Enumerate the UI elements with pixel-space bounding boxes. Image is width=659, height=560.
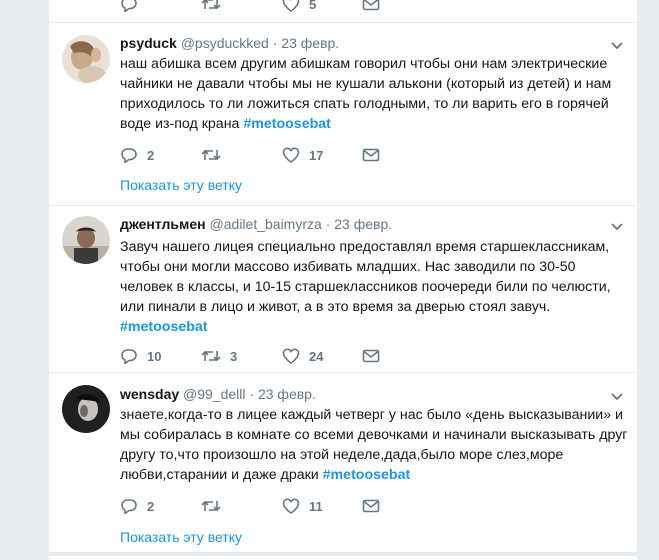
tweet-actions: 2 11 — [120, 498, 420, 516]
username[interactable]: @adilet_baimyrza — [210, 216, 322, 232]
avatar[interactable] — [62, 385, 110, 433]
timestamp[interactable]: · 23 февр. — [326, 216, 392, 232]
like-icon — [282, 0, 300, 12]
reply-icon — [121, 349, 137, 364]
like-count: 24 — [309, 348, 324, 364]
avatar[interactable] — [62, 216, 110, 264]
like-button[interactable]: 17 — [282, 147, 323, 163]
reply-button[interactable]: 10 — [120, 348, 161, 364]
reply-button[interactable] — [120, 0, 138, 12]
message-icon — [362, 349, 380, 363]
retweet-count: 3 — [230, 348, 238, 364]
like-count: 17 — [309, 147, 324, 163]
retweet-button[interactable] — [201, 0, 221, 12]
reply-icon — [121, 148, 137, 163]
like-icon — [282, 498, 300, 514]
retweet-icon — [201, 500, 221, 512]
message-button[interactable] — [362, 147, 380, 163]
next-tweet-edge — [49, 556, 637, 560]
message-button[interactable] — [362, 348, 380, 364]
tweet[interactable]: psyduck @psyduckked · 23 февр. наш абишк… — [49, 22, 637, 207]
tweet-header: джентльмен @adilet_baimyrza · 23 февр. — [120, 216, 392, 232]
reply-button[interactable]: 2 — [120, 147, 154, 163]
like-button[interactable]: 11 — [282, 498, 323, 514]
tweet[interactable]: wensday @99_delll · 23 февр. знаете,когд… — [49, 372, 637, 552]
tweet-header: psyduck @psyduckked · 23 февр. — [120, 35, 339, 51]
show-thread-link[interactable]: Показать эту ветку — [120, 529, 242, 545]
tweet-actions: 10 3 24 — [120, 348, 420, 366]
message-icon — [362, 148, 380, 162]
reply-count: 2 — [147, 147, 155, 163]
username[interactable]: @99_delll — [183, 386, 245, 402]
reply-icon — [121, 0, 137, 12]
timestamp[interactable]: · 23 февр. — [273, 35, 339, 51]
like-count: 11 — [309, 498, 323, 514]
message-icon — [362, 499, 380, 513]
retweet-button[interactable] — [201, 147, 230, 163]
hashtag-link[interactable]: #metoosebat — [323, 467, 411, 483]
tweet-text: Завуч нашего лицея специально предоставл… — [120, 239, 611, 335]
retweet-button[interactable]: 3 — [201, 348, 237, 364]
tweet-actions: 2 17 — [120, 147, 420, 165]
display-name[interactable]: wensday — [120, 386, 179, 402]
retweet-icon — [201, 350, 221, 362]
tweet[interactable]: джентльмен @adilet_baimyrza · 23 февр. З… — [49, 205, 637, 373]
tweet-text: наш абишка всем другим абишкам говорил ч… — [120, 56, 612, 132]
message-button[interactable] — [362, 498, 380, 514]
tweet-text: знаете,когда-то в лицее каждый четверг у… — [120, 407, 628, 483]
like-button[interactable]: 5 — [282, 0, 316, 12]
show-thread-link[interactable]: Показать эту ветку — [120, 177, 242, 193]
reply-count: 2 — [147, 498, 155, 514]
hashtag-link[interactable]: #metoosebat — [120, 319, 208, 335]
like-icon — [282, 147, 300, 163]
retweet-button[interactable] — [201, 498, 230, 514]
hashtag-link[interactable]: #metoosebat — [243, 116, 331, 132]
timeline: 5 psyduck @psyduckked · 23 февр. наш аби… — [49, 0, 637, 560]
display-name[interactable]: psyduck — [120, 35, 177, 51]
retweet-icon — [201, 149, 221, 161]
chevron-down-icon[interactable] — [609, 218, 625, 234]
prev-tweet-actions: 5 — [120, 0, 420, 14]
like-count: 5 — [309, 0, 317, 12]
reply-count: 10 — [147, 348, 162, 364]
chevron-down-icon[interactable] — [609, 388, 625, 404]
message-button[interactable] — [362, 0, 380, 12]
tweet-header: wensday @99_delll · 23 февр. — [120, 386, 316, 402]
timestamp[interactable]: · 23 февр. — [249, 386, 315, 402]
like-icon — [282, 348, 300, 364]
message-icon — [362, 0, 380, 11]
chevron-down-icon[interactable] — [609, 37, 625, 53]
like-button[interactable]: 24 — [282, 348, 323, 364]
avatar[interactable] — [62, 35, 110, 83]
display-name[interactable]: джентльмен — [120, 216, 206, 232]
reply-button[interactable]: 2 — [120, 498, 154, 514]
retweet-icon — [201, 0, 221, 10]
username[interactable]: @psyduckked — [181, 35, 269, 51]
reply-icon — [121, 499, 137, 514]
